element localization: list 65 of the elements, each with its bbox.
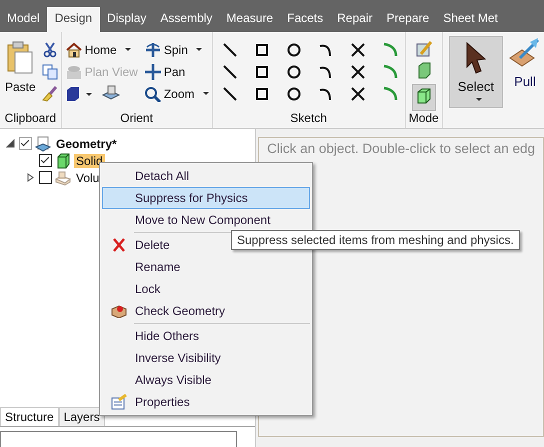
cross-arrows-icon: [144, 64, 162, 80]
panel-tab[interactable]: Structure: [0, 407, 59, 426]
solid-mode-button[interactable]: [412, 84, 436, 111]
ribbon-tab[interactable]: Prepare: [379, 7, 436, 32]
clipboard-icon: [5, 40, 36, 76]
brush-icon[interactable]: [42, 86, 58, 102]
orient-button[interactable]: Zoom: [144, 84, 209, 103]
group-label: Clipboard: [4, 111, 58, 127]
tree-item[interactable]: Volu: [74, 170, 102, 184]
checkbox[interactable]: [39, 171, 52, 184]
expand-toggle[interactable]: [6, 139, 16, 148]
group-label: Orient: [119, 111, 154, 127]
panel-tab[interactable]: Layers: [58, 407, 105, 426]
ribbon-tab[interactable]: Sheet Met: [436, 7, 505, 32]
sketch-tool-icon[interactable]: [254, 86, 270, 102]
pull-button[interactable]: Pull: [506, 32, 544, 128]
orient-button[interactable]: Home: [64, 40, 138, 59]
paste-button[interactable]: Paste: [3, 36, 38, 102]
sketch-tool-icon[interactable]: [318, 42, 334, 58]
ribbon-tab[interactable]: Measure: [219, 7, 280, 32]
sketch-tool-icon[interactable]: [286, 42, 302, 58]
copy-icon[interactable]: [42, 64, 58, 80]
sketch-tool-icon[interactable]: [350, 64, 366, 80]
box-icon: [111, 304, 127, 318]
pencil-grid-icon[interactable]: [414, 40, 433, 58]
document-icon: [35, 136, 51, 152]
ribbon-tab[interactable]: Model: [0, 7, 47, 32]
block-icon: [55, 170, 71, 186]
sketch-tool-icon[interactable]: [222, 64, 238, 80]
ribbon-tab[interactable]: Repair: [330, 7, 380, 32]
sketch-tool-icon[interactable]: [350, 86, 366, 102]
delete-icon: [112, 238, 126, 252]
cube-icon: [414, 87, 433, 105]
group-label: Mode: [408, 111, 439, 127]
group-label: Sketch: [289, 111, 328, 127]
orient-button[interactable]: Pan: [144, 62, 209, 81]
ribbon-tab[interactable]: Design: [46, 7, 100, 32]
checkbox[interactable]: [39, 154, 52, 167]
scissors-icon[interactable]: [42, 42, 58, 58]
tree-item[interactable]: Geometry*: [54, 136, 119, 150]
orient-button[interactable]: Spin: [144, 40, 209, 59]
select-button[interactable]: Select: [448, 36, 503, 108]
magnifier-icon: [144, 86, 162, 102]
sketch-tool-icon[interactable]: [286, 86, 302, 102]
ribbon-tab[interactable]: Facets: [280, 7, 330, 32]
properties-icon: [111, 394, 127, 410]
sketch-tool-icon[interactable]: [318, 64, 334, 80]
sketch-tool-icon[interactable]: [222, 42, 238, 58]
menu-item[interactable]: Suppress for Physics: [102, 187, 310, 209]
cube-icon: [55, 152, 71, 168]
house-icon: [64, 42, 83, 58]
sketch-tool-icon[interactable]: [318, 86, 334, 102]
sketch-tool-icon[interactable]: [350, 42, 366, 58]
sketch-tool-icon[interactable]: [254, 42, 270, 58]
sketch-tool-icon[interactable]: [286, 64, 302, 80]
cube-icon[interactable]: [64, 86, 95, 102]
tooltip: Suppress selected items from meshing and physics.: [231, 230, 520, 250]
ribbon-tab[interactable]: Assembly: [153, 7, 220, 32]
checkbox[interactable]: [19, 137, 32, 150]
ribbon-tab[interactable]: Display: [100, 7, 154, 32]
cursor-icon: [464, 41, 488, 75]
expand-toggle[interactable]: [26, 173, 36, 182]
sketch-tool-icon[interactable]: [222, 86, 238, 102]
sketch-tool-icon[interactable]: [254, 64, 270, 80]
arrows-icon: [144, 42, 162, 58]
